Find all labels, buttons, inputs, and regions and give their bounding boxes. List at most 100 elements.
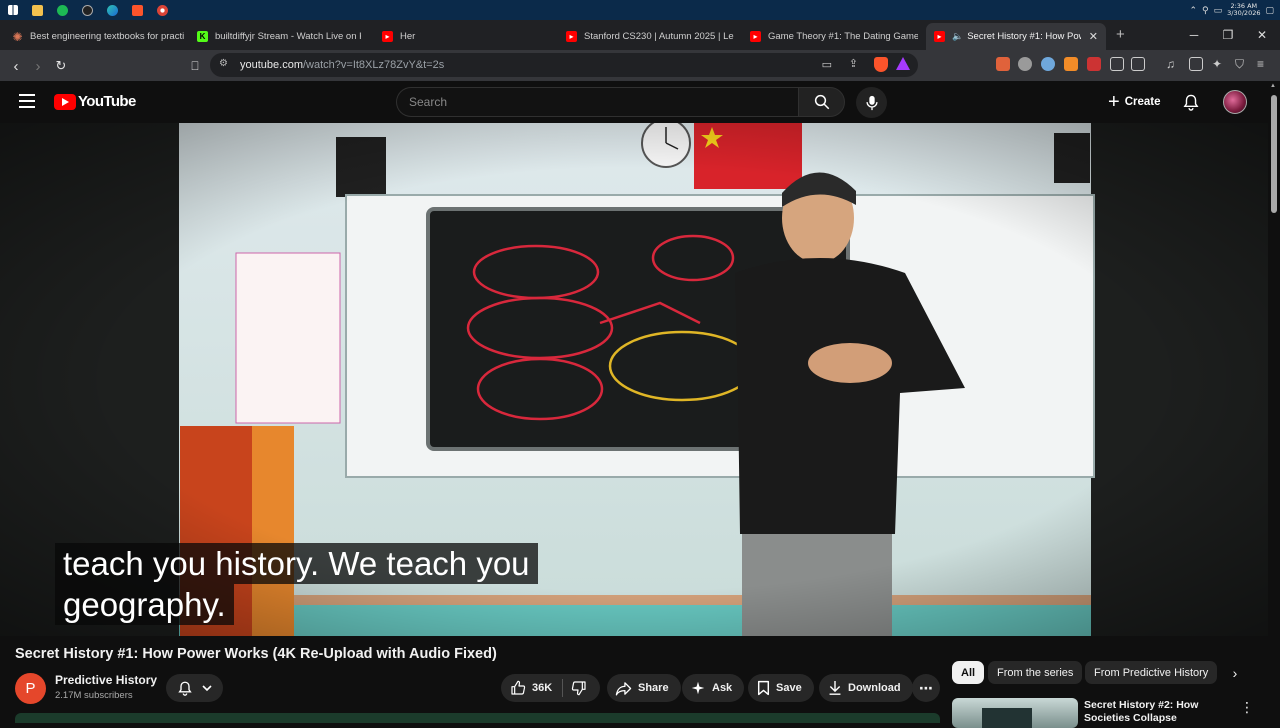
ask-button[interactable]: Ask [682,674,745,702]
tab-kick[interactable]: K builtdiffyjr Stream - Watch Live on Ki [189,23,361,50]
extension-gear-icon[interactable] [1041,57,1055,71]
share-button[interactable]: Share [607,674,681,702]
brave-icon[interactable] [125,0,150,20]
windows-start-icon[interactable] [0,0,25,20]
reload-icon[interactable]: ↻ [51,56,71,76]
create-button[interactable]: + Create [1098,89,1171,115]
download-label: Download [848,682,901,694]
page-scrollbar[interactable]: ▲ [1268,81,1280,720]
forward-icon[interactable]: › [28,56,48,76]
thumbs-up-icon [511,680,526,695]
recommended-video-thumbnail[interactable] [952,698,1078,728]
menu-icon[interactable]: ≡ [1257,57,1271,71]
scroll-up-arrow-icon[interactable]: ▲ [1270,83,1276,89]
subscription-notifications-button[interactable] [166,674,223,702]
sparkle-icon [691,681,705,695]
obs-icon[interactable] [75,0,100,20]
close-tab-icon[interactable]: ✕ [1089,30,1098,43]
extension-flag-icon[interactable] [1064,57,1078,71]
clock-date: 3/30/2026 [1227,9,1261,17]
claude-icon: ✺ [12,29,23,44]
speaker-icon: 🔈 [952,31,964,41]
bell-icon [177,681,192,696]
search-box[interactable] [396,87,798,117]
video-caption: teach you history. We teach you geograph… [55,543,951,626]
tab-stanford[interactable]: ▸ Stanford CS230 | Autumn 2025 | Lectu [558,23,734,50]
tab-secret-history[interactable]: ▸ 🔈 Secret History #1: How Power ✕ [926,23,1106,50]
channel-name[interactable]: Predictive History [55,673,157,687]
plus-icon: + [1108,91,1120,113]
save-button[interactable]: Save [748,674,814,702]
youtube-icon: ▸ [934,31,945,42]
extensions-puzzle-icon[interactable] [1110,57,1124,71]
chip-from-predictive-history[interactable]: From Predictive History [1085,661,1218,684]
youtube-icon: ▸ [566,31,577,42]
account-avatar[interactable] [1223,90,1247,114]
tab-game-theory[interactable]: ▸ Game Theory #1: The Dating Game - [742,23,918,50]
hamburger-menu-icon[interactable] [19,94,35,108]
channel-avatar[interactable]: P [15,673,46,704]
tab-label: Best engineering textbooks for practi [30,31,184,42]
tab-claude[interactable]: ✺ Best engineering textbooks for practi [4,23,184,50]
music-icon[interactable]: ♫ [1166,57,1180,71]
browser-toolbar: ‹ › ↻ ⎕ ⚙ youtube.com/watch?v=It8XLz78Zv… [0,50,1280,81]
windows-taskbar: ⌃ ⚲ ▭ 2:36 AM 3/30/2026 ▢ [0,0,1280,20]
youtube-logo[interactable]: YouTube [54,93,136,110]
like-button[interactable]: 36K [501,680,552,696]
search-button[interactable] [798,87,845,117]
close-window-button[interactable]: ✕ [1244,20,1280,50]
url-path: /watch?v=It8XLz78ZvY&t=2s [302,59,445,71]
chevron-right-icon[interactable]: › [1226,664,1244,682]
download-icon [829,681,841,695]
search-icon [814,94,829,110]
share-page-icon[interactable]: ⇪ [849,57,858,70]
description-box[interactable] [15,713,940,723]
more-vertical-icon[interactable]: ⋮ [1240,699,1254,716]
cast-icon[interactable]: ▭ [822,58,832,71]
chip-all[interactable]: All [952,661,985,684]
dislike-button[interactable] [571,680,587,696]
spotify-icon[interactable] [50,0,75,20]
minimize-button[interactable]: ─ [1176,20,1212,50]
bookmark-icon[interactable]: ⎕ [185,56,205,76]
extension-fox-icon[interactable] [996,57,1010,71]
brave-rewards-icon[interactable] [896,57,910,70]
video-player[interactable]: teach you history. We teach you geograph… [0,123,1268,636]
sidebar-icon[interactable] [1131,57,1145,71]
chrome-app-icon[interactable] [150,0,175,20]
youtube-icon: ▸ [750,31,761,42]
extension-badge-icon[interactable] [1087,57,1101,71]
show-desktop-icon[interactable]: ▢ [1265,5,1274,16]
chip-from-the-series[interactable]: From the series [988,661,1083,684]
taskbar-clock[interactable]: 2:36 AM 3/30/2026 [1227,3,1260,17]
brave-shields-icon[interactable] [874,57,888,72]
tab-her[interactable]: ▸ Her [374,23,554,50]
more-actions-button[interactable]: ⋯ [912,674,940,702]
create-label: Create [1124,96,1161,108]
battery-icon[interactable]: ▭ [1214,5,1223,16]
kick-icon: K [197,31,208,42]
search-input[interactable] [409,95,798,109]
address-bar[interactable]: ⚙ youtube.com/watch?v=It8XLz78ZvY&t=2s ▭… [210,53,918,77]
network-icon[interactable]: ⚲ [1202,5,1209,16]
youtube-icon: ▸ [382,31,393,42]
download-button[interactable]: Download [819,674,913,702]
edge-icon[interactable] [100,0,125,20]
new-tab-button[interactable]: + [1116,26,1125,43]
file-explorer-icon[interactable] [25,0,50,20]
like-count: 36K [532,682,553,694]
notifications-button[interactable] [1178,89,1204,115]
more-horizontal-icon: ⋯ [919,679,933,696]
wallet-icon[interactable] [1189,57,1203,71]
leo-ai-icon[interactable]: ✦ [1212,57,1226,71]
chevron-up-icon[interactable]: ⌃ [1189,5,1197,16]
extension-globe-icon[interactable] [1018,57,1032,71]
voice-search-button[interactable] [856,87,887,118]
back-icon[interactable]: ‹ [6,56,26,76]
restore-button[interactable]: ❐ [1210,20,1246,50]
recommended-video-title[interactable]: Secret History #2: How Societies Collaps… [1084,699,1224,725]
scroll-thumb[interactable] [1271,95,1277,213]
vpn-shield-icon[interactable]: ⛉ [1235,57,1249,71]
site-info-icon[interactable]: ⚙ [219,58,228,69]
tab-label: builtdiffyjr Stream - Watch Live on Ki [215,31,361,42]
